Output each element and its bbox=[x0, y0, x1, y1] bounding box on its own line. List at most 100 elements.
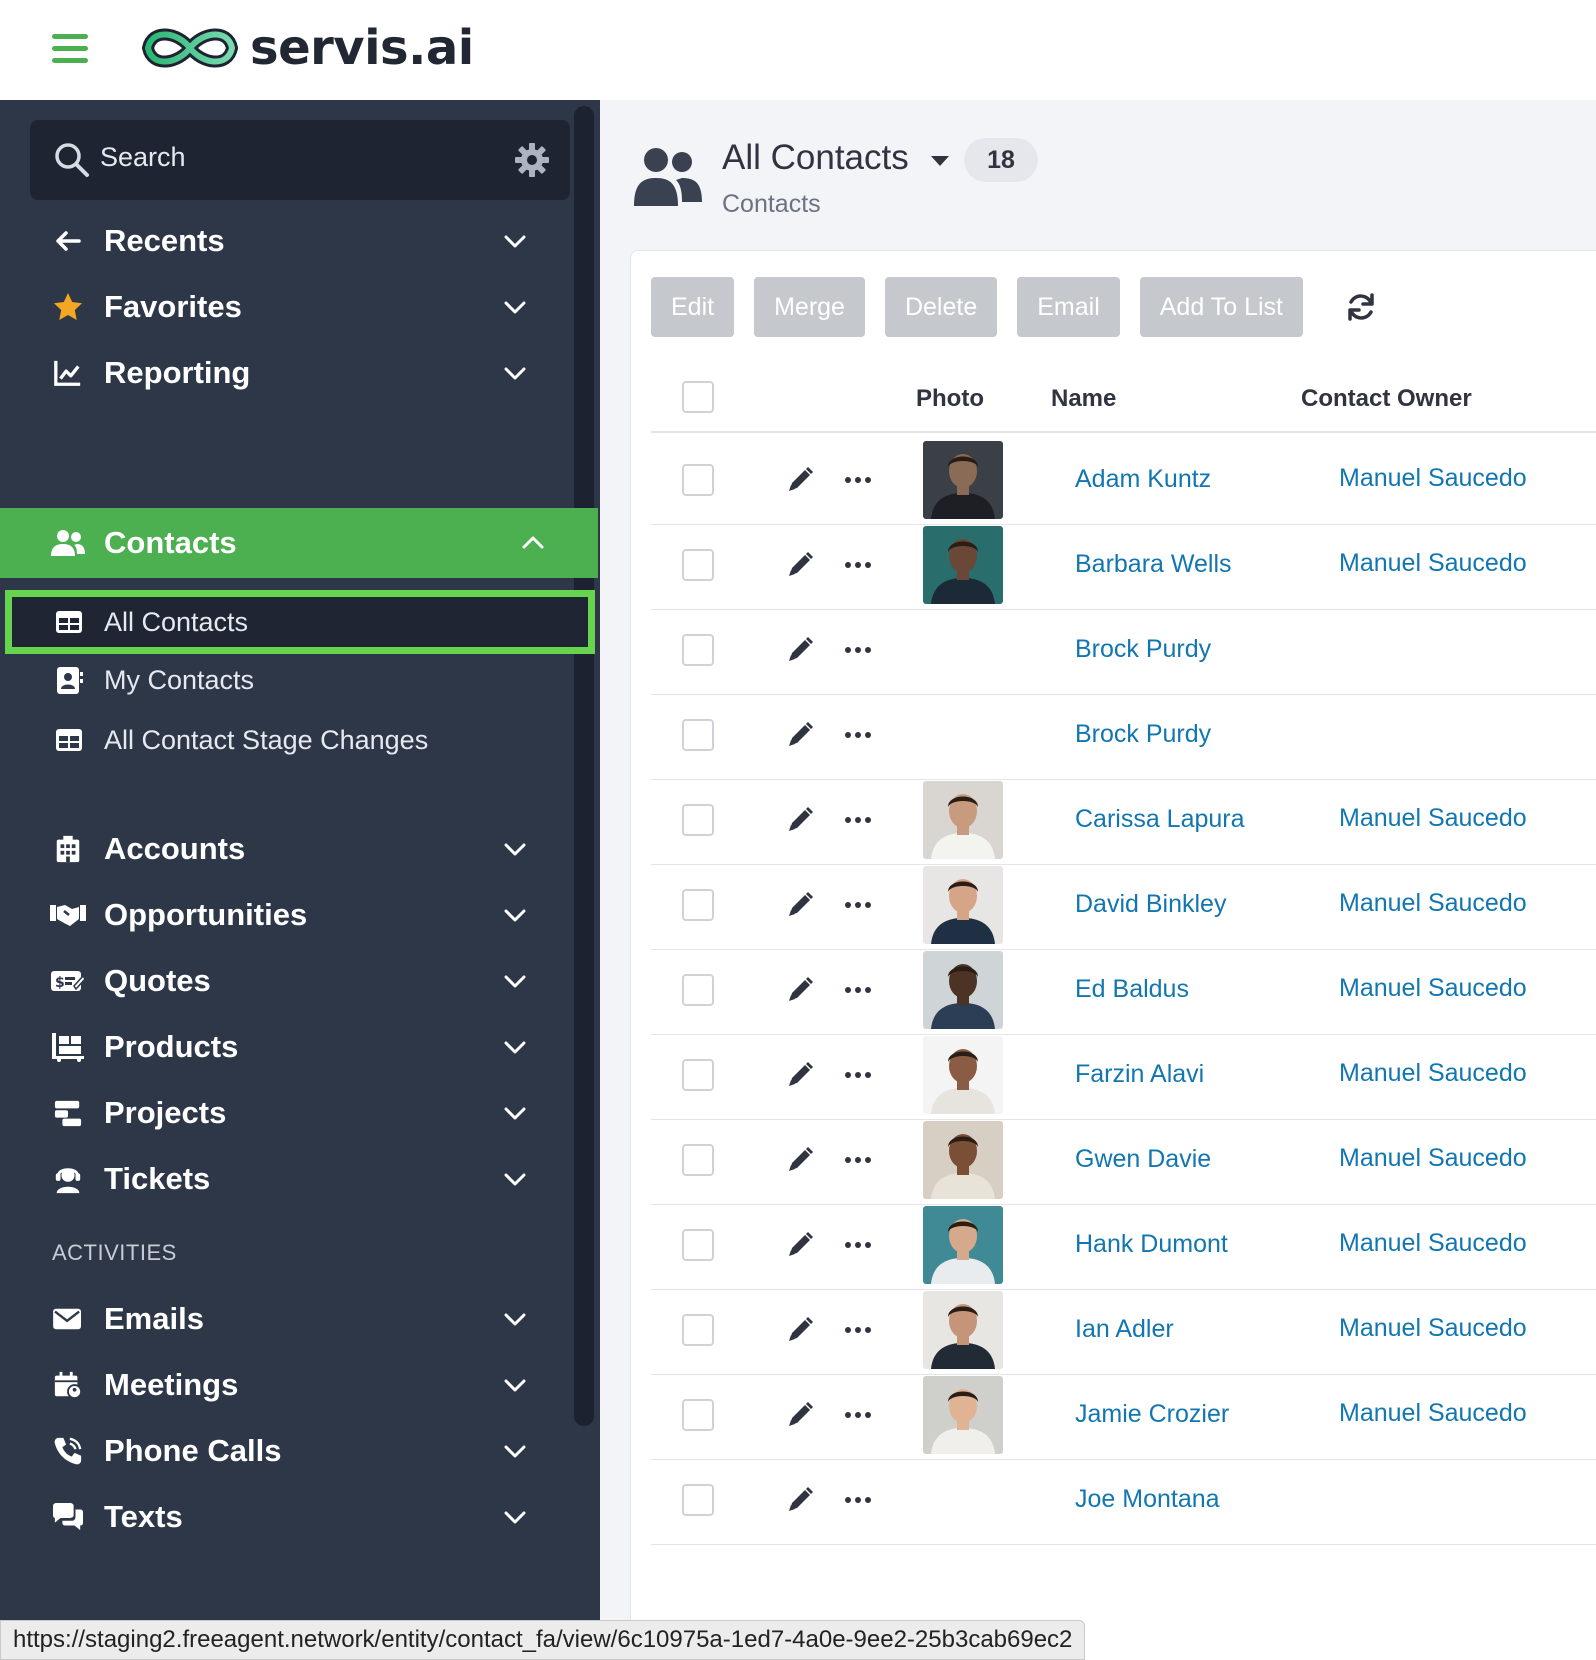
contact-name-link[interactable]: Adam Kuntz bbox=[1075, 465, 1211, 494]
sidebar-subitem-my-contacts[interactable]: My Contacts bbox=[0, 650, 598, 710]
pencil-icon[interactable] bbox=[785, 975, 815, 1005]
gear-icon[interactable] bbox=[514, 142, 550, 178]
sidebar-item-products[interactable]: Products bbox=[0, 1012, 580, 1082]
column-header-photo[interactable]: Photo bbox=[916, 385, 984, 413]
contact-owner-link[interactable]: Manuel Saucedo bbox=[1339, 1314, 1527, 1343]
delete-button[interactable]: Delete bbox=[884, 277, 998, 337]
row-checkbox[interactable] bbox=[682, 1059, 714, 1091]
pencil-icon[interactable] bbox=[785, 550, 815, 580]
pencil-icon[interactable] bbox=[785, 1230, 815, 1260]
more-options-icon[interactable] bbox=[843, 1151, 873, 1169]
column-header-contact-owner[interactable]: Contact Owner bbox=[1301, 385, 1472, 413]
sidebar-item-meetings[interactable]: Meetings bbox=[0, 1350, 580, 1420]
row-checkbox[interactable] bbox=[682, 974, 714, 1006]
chevron-down-icon[interactable] bbox=[502, 902, 528, 928]
contact-owner-link[interactable]: Manuel Saucedo bbox=[1339, 1144, 1527, 1173]
row-checkbox[interactable] bbox=[682, 1144, 714, 1176]
chevron-down-icon[interactable] bbox=[502, 968, 528, 994]
table-row[interactable]: Ian Adler Manuel Saucedo bbox=[651, 1285, 1596, 1375]
chevron-down-icon[interactable] bbox=[502, 1166, 528, 1192]
sidebar-item-opportunities[interactable]: Opportunities bbox=[0, 880, 580, 950]
pencil-icon[interactable] bbox=[785, 805, 815, 835]
row-checkbox[interactable] bbox=[682, 1399, 714, 1431]
more-options-icon[interactable] bbox=[843, 1406, 873, 1424]
column-header-name[interactable]: Name bbox=[1051, 385, 1116, 413]
contact-owner-link[interactable]: Manuel Saucedo bbox=[1339, 1399, 1527, 1428]
add-to-list-button[interactable]: Add To List bbox=[1139, 277, 1303, 337]
chevron-down-icon[interactable] bbox=[502, 1034, 528, 1060]
pencil-icon[interactable] bbox=[785, 1315, 815, 1345]
chevron-down-icon[interactable] bbox=[502, 1306, 528, 1332]
row-checkbox[interactable] bbox=[682, 464, 714, 496]
table-row[interactable]: Brock Purdy bbox=[651, 690, 1596, 780]
more-options-icon[interactable] bbox=[843, 556, 873, 574]
chevron-down-icon[interactable] bbox=[502, 1504, 528, 1530]
sidebar-item-contacts[interactable]: Contacts bbox=[0, 508, 598, 578]
more-options-icon[interactable] bbox=[843, 1066, 873, 1084]
search-input[interactable]: Search bbox=[30, 120, 570, 200]
more-options-icon[interactable] bbox=[843, 811, 873, 829]
table-row[interactable]: Carissa Lapura Manuel Saucedo bbox=[651, 775, 1596, 865]
sidebar-subitem-all-contacts[interactable]: All Contacts bbox=[5, 590, 595, 654]
sidebar-item-emails[interactable]: Emails bbox=[0, 1284, 580, 1354]
chevron-down-icon[interactable] bbox=[502, 1372, 528, 1398]
sidebar-item-recents[interactable]: Recents bbox=[0, 206, 580, 276]
contact-owner-link[interactable]: Manuel Saucedo bbox=[1339, 889, 1527, 918]
more-options-icon[interactable] bbox=[843, 1491, 873, 1509]
hamburger-menu-icon[interactable] bbox=[52, 34, 88, 64]
sidebar-item-accounts[interactable]: Accounts bbox=[0, 814, 580, 884]
contact-name-link[interactable]: Brock Purdy bbox=[1075, 635, 1211, 664]
contact-name-link[interactable]: Hank Dumont bbox=[1075, 1230, 1228, 1259]
pencil-icon[interactable] bbox=[785, 1145, 815, 1175]
contact-owner-link[interactable]: Manuel Saucedo bbox=[1339, 549, 1527, 578]
table-row[interactable]: Jamie Crozier Manuel Saucedo bbox=[651, 1370, 1596, 1460]
app-logo[interactable]: servis.ai bbox=[138, 18, 474, 78]
sidebar-item-texts[interactable]: Texts bbox=[0, 1482, 580, 1552]
refresh-icon[interactable] bbox=[1345, 291, 1377, 323]
edit-button[interactable]: Edit bbox=[651, 277, 735, 337]
sidebar-subitem-all-contact-stage-changes[interactable]: All Contact Stage Changes bbox=[0, 710, 598, 770]
pencil-icon[interactable] bbox=[785, 465, 815, 495]
table-row[interactable]: David Binkley Manuel Saucedo bbox=[651, 860, 1596, 950]
table-row[interactable]: Farzin Alavi Manuel Saucedo bbox=[651, 1030, 1596, 1120]
table-row[interactable]: Joe Montana bbox=[651, 1455, 1596, 1545]
row-checkbox[interactable] bbox=[682, 549, 714, 581]
contact-name-link[interactable]: Carissa Lapura bbox=[1075, 805, 1245, 834]
contact-owner-link[interactable]: Manuel Saucedo bbox=[1339, 1229, 1527, 1258]
pencil-icon[interactable] bbox=[785, 1485, 815, 1515]
chevron-down-icon[interactable] bbox=[502, 1100, 528, 1126]
more-options-icon[interactable] bbox=[843, 726, 873, 744]
row-checkbox[interactable] bbox=[682, 1229, 714, 1261]
row-checkbox[interactable] bbox=[682, 1484, 714, 1516]
more-options-icon[interactable] bbox=[843, 641, 873, 659]
row-checkbox[interactable] bbox=[682, 719, 714, 751]
pencil-icon[interactable] bbox=[785, 1400, 815, 1430]
row-checkbox[interactable] bbox=[682, 889, 714, 921]
merge-button[interactable]: Merge bbox=[754, 277, 865, 337]
table-row[interactable]: Barbara Wells Manuel Saucedo bbox=[651, 520, 1596, 610]
chevron-down-icon[interactable] bbox=[502, 360, 528, 386]
row-checkbox[interactable] bbox=[682, 1314, 714, 1346]
more-options-icon[interactable] bbox=[843, 1321, 873, 1339]
contact-name-link[interactable]: Ed Baldus bbox=[1075, 975, 1189, 1004]
contact-name-link[interactable]: Gwen Davie bbox=[1075, 1145, 1211, 1174]
chevron-up-icon[interactable] bbox=[520, 530, 546, 556]
table-row[interactable]: Ed Baldus Manuel Saucedo bbox=[651, 945, 1596, 1035]
sidebar-item-reporting[interactable]: Reporting bbox=[0, 338, 580, 408]
more-options-icon[interactable] bbox=[843, 1236, 873, 1254]
contact-name-link[interactable]: Brock Purdy bbox=[1075, 720, 1211, 749]
contact-owner-link[interactable]: Manuel Saucedo bbox=[1339, 1059, 1527, 1088]
contact-name-link[interactable]: David Binkley bbox=[1075, 890, 1226, 919]
sidebar-item-phone-calls[interactable]: Phone Calls bbox=[0, 1416, 580, 1486]
select-all-checkbox[interactable] bbox=[682, 381, 714, 413]
chevron-down-icon[interactable] bbox=[502, 294, 528, 320]
chevron-down-icon[interactable] bbox=[502, 836, 528, 862]
more-options-icon[interactable] bbox=[843, 896, 873, 914]
contact-owner-link[interactable]: Manuel Saucedo bbox=[1339, 804, 1527, 833]
table-row[interactable]: Brock Purdy bbox=[651, 605, 1596, 695]
contact-name-link[interactable]: Joe Montana bbox=[1075, 1485, 1220, 1514]
sidebar-item-projects[interactable]: Projects bbox=[0, 1078, 580, 1148]
row-checkbox[interactable] bbox=[682, 804, 714, 836]
contact-name-link[interactable]: Jamie Crozier bbox=[1075, 1400, 1229, 1429]
row-checkbox[interactable] bbox=[682, 634, 714, 666]
